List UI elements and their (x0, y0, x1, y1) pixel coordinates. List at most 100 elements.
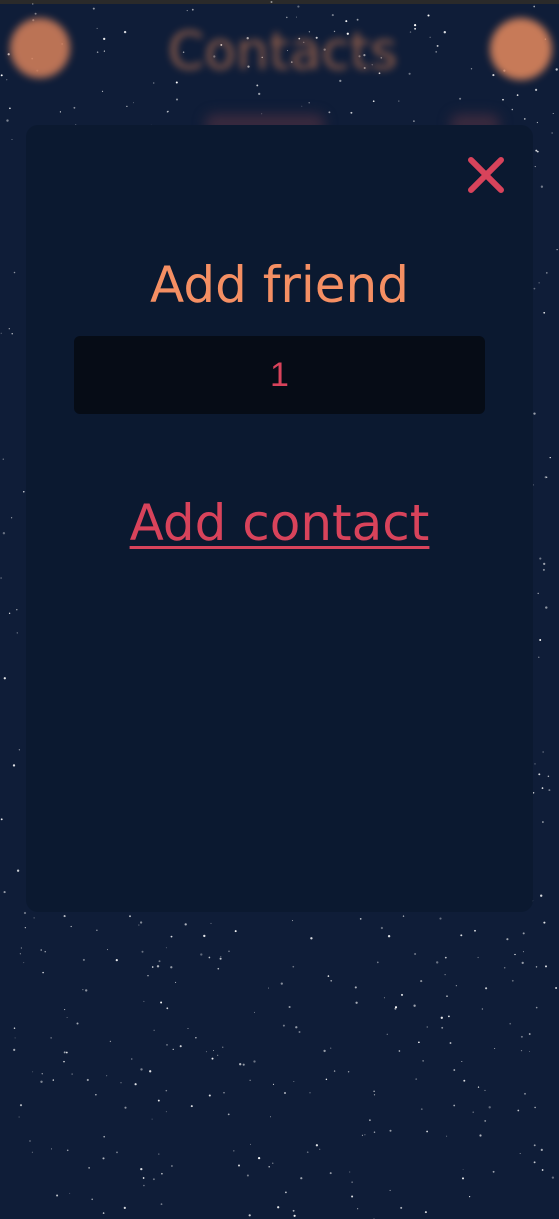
star (548, 789, 551, 792)
star (555, 987, 558, 989)
star (267, 987, 270, 989)
star (545, 606, 548, 609)
star (160, 1001, 163, 1004)
star (474, 929, 476, 932)
star (521, 961, 524, 965)
star (536, 150, 539, 153)
star (492, 1170, 495, 1173)
star (426, 1026, 428, 1028)
star (106, 1075, 108, 1077)
star (91, 1198, 93, 1201)
star (400, 1206, 403, 1209)
star (16, 608, 18, 611)
star (533, 287, 536, 290)
star (444, 956, 447, 959)
star (239, 1063, 242, 1066)
star (347, 1071, 350, 1073)
star (319, 1148, 321, 1150)
add-contact-link[interactable]: Add contact (130, 494, 430, 552)
star (151, 966, 154, 968)
star (533, 1144, 536, 1147)
star (420, 1108, 423, 1110)
star (2, 532, 6, 535)
star (414, 952, 417, 956)
star (460, 934, 463, 937)
star (179, 1045, 182, 1048)
star (248, 1214, 251, 1217)
star (509, 1022, 512, 1025)
star (103, 1135, 106, 1138)
star (535, 149, 538, 152)
star (242, 1063, 245, 1066)
star (315, 1144, 319, 1147)
star (172, 1048, 174, 1050)
star (222, 1046, 224, 1048)
star (24, 927, 26, 929)
close-button[interactable] (466, 155, 506, 195)
star (528, 1033, 531, 1035)
star (29, 1140, 31, 1142)
star (142, 1177, 145, 1179)
star (170, 935, 173, 938)
star (69, 1192, 71, 1194)
star (106, 949, 109, 951)
star (418, 1041, 420, 1044)
star (455, 985, 457, 987)
star (175, 981, 177, 983)
star (166, 1044, 168, 1046)
star (42, 971, 44, 974)
star (514, 953, 516, 956)
star (8, 612, 11, 614)
star (123, 1206, 126, 1210)
star (151, 1118, 153, 1120)
star (444, 974, 446, 976)
star (14, 1037, 16, 1039)
star (195, 1037, 197, 1039)
star (208, 1094, 211, 1097)
star (134, 1083, 137, 1086)
star (376, 961, 379, 964)
star (292, 1209, 295, 1212)
star (170, 966, 173, 969)
star (158, 960, 161, 963)
star (351, 1195, 354, 1198)
star (547, 775, 550, 778)
star (40, 1080, 43, 1084)
star (6, 119, 9, 122)
star (65, 1051, 68, 1054)
star (420, 980, 423, 983)
star (462, 1169, 464, 1170)
star (534, 763, 536, 765)
star (165, 1089, 168, 1092)
star (246, 1174, 249, 1177)
star (102, 1157, 105, 1160)
star (543, 921, 546, 924)
star (398, 1050, 401, 1052)
star (361, 1134, 363, 1136)
star (156, 965, 160, 968)
friend-input[interactable] (74, 336, 485, 414)
star (129, 915, 131, 918)
star (149, 1070, 152, 1073)
star (23, 911, 27, 915)
star (270, 1116, 271, 1118)
star (461, 1060, 463, 1063)
star (16, 632, 18, 634)
star (545, 272, 548, 274)
star (488, 1106, 491, 1109)
star (63, 1051, 66, 1054)
star (157, 1099, 160, 1102)
star (413, 120, 415, 122)
star (41, 1073, 43, 1075)
star (285, 1191, 287, 1194)
star (147, 975, 149, 977)
star (66, 1149, 69, 1152)
star (284, 1092, 286, 1094)
star (494, 1047, 496, 1049)
star (124, 1106, 127, 1109)
star (520, 1049, 523, 1052)
star (446, 1135, 448, 1137)
star (50, 1148, 52, 1150)
star (524, 1092, 526, 1095)
star (165, 1111, 167, 1113)
